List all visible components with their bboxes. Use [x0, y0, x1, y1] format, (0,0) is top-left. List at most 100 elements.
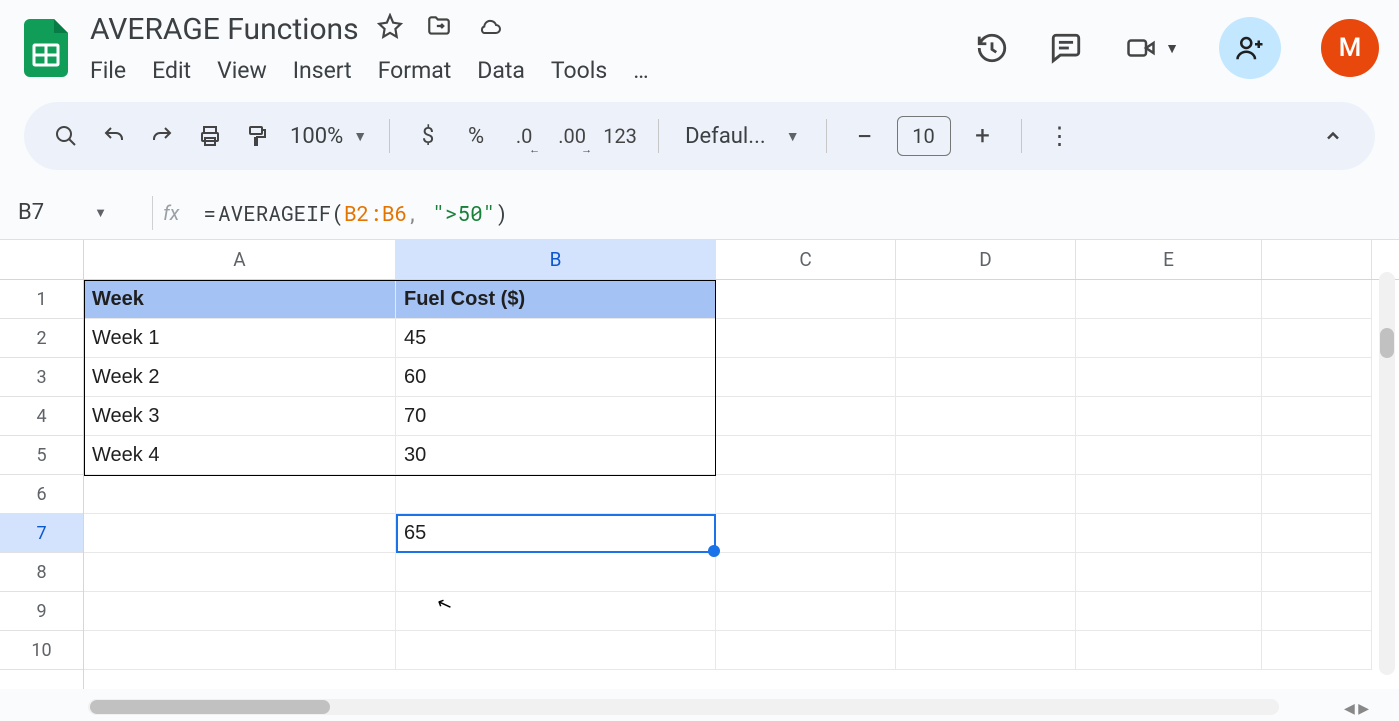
increase-decimal-button[interactable]: .00 →: [550, 114, 594, 158]
cell-D8[interactable]: [896, 553, 1076, 592]
cell-blank[interactable]: [1262, 475, 1372, 514]
search-icon[interactable]: [44, 114, 88, 158]
cell-E6[interactable]: [1076, 475, 1262, 514]
menu-tools[interactable]: Tools: [551, 57, 607, 84]
cell-C1[interactable]: [716, 280, 896, 319]
cell-B4[interactable]: 70: [396, 397, 716, 436]
cell-C4[interactable]: [716, 397, 896, 436]
menu-data[interactable]: Data: [477, 57, 525, 84]
cell-C10[interactable]: [716, 631, 896, 670]
print-button[interactable]: [188, 114, 232, 158]
more-formats-button[interactable]: 123: [598, 114, 642, 158]
row-header-4[interactable]: 4: [0, 397, 83, 436]
formula-input[interactable]: =AVERAGEIF(B2:B6, ">50"): [203, 199, 508, 227]
cell-D1[interactable]: [896, 280, 1076, 319]
star-icon[interactable]: [377, 12, 403, 47]
menu-format[interactable]: Format: [378, 57, 452, 84]
cell-B9[interactable]: [396, 592, 716, 631]
cell-D9[interactable]: [896, 592, 1076, 631]
cell-B10[interactable]: [396, 631, 716, 670]
cell-E2[interactable]: [1076, 319, 1262, 358]
cell-A6[interactable]: [84, 475, 396, 514]
cell-E3[interactable]: [1076, 358, 1262, 397]
cell-C3[interactable]: [716, 358, 896, 397]
menu-more[interactable]: …: [633, 57, 648, 84]
paint-format-button[interactable]: [236, 114, 280, 158]
cell-D5[interactable]: [896, 436, 1076, 475]
share-button[interactable]: [1219, 17, 1281, 79]
cell-D7[interactable]: [896, 514, 1076, 553]
font-size-input[interactable]: 10: [897, 116, 951, 156]
name-box-dropdown-icon[interactable]: ▼: [94, 205, 107, 221]
row-header-3[interactable]: 3: [0, 358, 83, 397]
cell-A7[interactable]: [84, 514, 396, 553]
cell-E9[interactable]: [1076, 592, 1262, 631]
row-header-8[interactable]: 8: [0, 553, 83, 592]
doc-title[interactable]: AVERAGE Functions: [90, 12, 359, 47]
row-header-9[interactable]: 9: [0, 592, 83, 631]
cell-blank[interactable]: [1262, 319, 1372, 358]
sheets-logo[interactable]: [20, 14, 72, 82]
cell-B3[interactable]: 60: [396, 358, 716, 397]
cell-B2[interactable]: 45: [396, 319, 716, 358]
vertical-scrollbar[interactable]: [1379, 272, 1395, 675]
cell-blank[interactable]: [1262, 397, 1372, 436]
column-header-C[interactable]: C: [716, 240, 896, 279]
column-header-filler[interactable]: [1262, 240, 1372, 279]
cell-blank[interactable]: [1262, 436, 1372, 475]
account-avatar[interactable]: M: [1321, 19, 1379, 77]
select-all-corner[interactable]: [0, 240, 84, 280]
row-header-5[interactable]: 5: [0, 436, 83, 475]
cell-A9[interactable]: [84, 592, 396, 631]
cell-D3[interactable]: [896, 358, 1076, 397]
column-header-E[interactable]: E: [1076, 240, 1262, 279]
cloud-status-icon[interactable]: [475, 12, 505, 47]
column-header-D[interactable]: D: [896, 240, 1076, 279]
row-header-7[interactable]: 7: [0, 514, 83, 553]
toolbar-more-icon[interactable]: ⋮: [1038, 114, 1082, 158]
cell-A3[interactable]: Week 2: [84, 358, 396, 397]
cell-blank[interactable]: [1262, 514, 1372, 553]
sheet-nav-arrows[interactable]: ◀ ▶: [1344, 701, 1369, 717]
cell-C6[interactable]: [716, 475, 896, 514]
cell-C8[interactable]: [716, 553, 896, 592]
cells-area[interactable]: WeekFuel Cost ($)Week 145Week 260Week 37…: [84, 280, 1399, 689]
row-header-10[interactable]: 10: [0, 631, 83, 670]
vertical-scroll-thumb[interactable]: [1380, 328, 1394, 358]
cell-E8[interactable]: [1076, 553, 1262, 592]
cell-blank[interactable]: [1262, 553, 1372, 592]
cell-B1[interactable]: Fuel Cost ($): [396, 280, 716, 319]
cell-blank[interactable]: [1262, 280, 1372, 319]
cell-A2[interactable]: Week 1: [84, 319, 396, 358]
cell-A4[interactable]: Week 3: [84, 397, 396, 436]
menu-insert[interactable]: Insert: [293, 57, 352, 84]
decrease-font-size-button[interactable]: −: [843, 114, 887, 158]
cell-D4[interactable]: [896, 397, 1076, 436]
row-header-1[interactable]: 1: [0, 280, 83, 319]
history-icon[interactable]: [975, 31, 1009, 65]
column-header-A[interactable]: A: [84, 240, 396, 279]
menu-file[interactable]: File: [90, 57, 126, 84]
cell-C9[interactable]: [716, 592, 896, 631]
column-header-B[interactable]: B: [396, 240, 716, 279]
cell-A10[interactable]: [84, 631, 396, 670]
cell-A8[interactable]: [84, 553, 396, 592]
cell-E1[interactable]: [1076, 280, 1262, 319]
font-family-select[interactable]: Defaul... ▼: [675, 124, 809, 149]
menu-view[interactable]: View: [217, 57, 267, 84]
cell-E10[interactable]: [1076, 631, 1262, 670]
cell-B5[interactable]: 30: [396, 436, 716, 475]
cell-A5[interactable]: Week 4: [84, 436, 396, 475]
redo-button[interactable]: [140, 114, 184, 158]
cell-C2[interactable]: [716, 319, 896, 358]
cell-E4[interactable]: [1076, 397, 1262, 436]
meet-icon[interactable]: ▼: [1123, 33, 1179, 63]
row-header-6[interactable]: 6: [0, 475, 83, 514]
undo-button[interactable]: [92, 114, 136, 158]
cell-E5[interactable]: [1076, 436, 1262, 475]
cell-D6[interactable]: [896, 475, 1076, 514]
collapse-toolbar-icon[interactable]: [1311, 114, 1355, 158]
menu-edit[interactable]: Edit: [152, 57, 191, 84]
cell-B8[interactable]: [396, 553, 716, 592]
name-box[interactable]: B7: [18, 200, 44, 225]
